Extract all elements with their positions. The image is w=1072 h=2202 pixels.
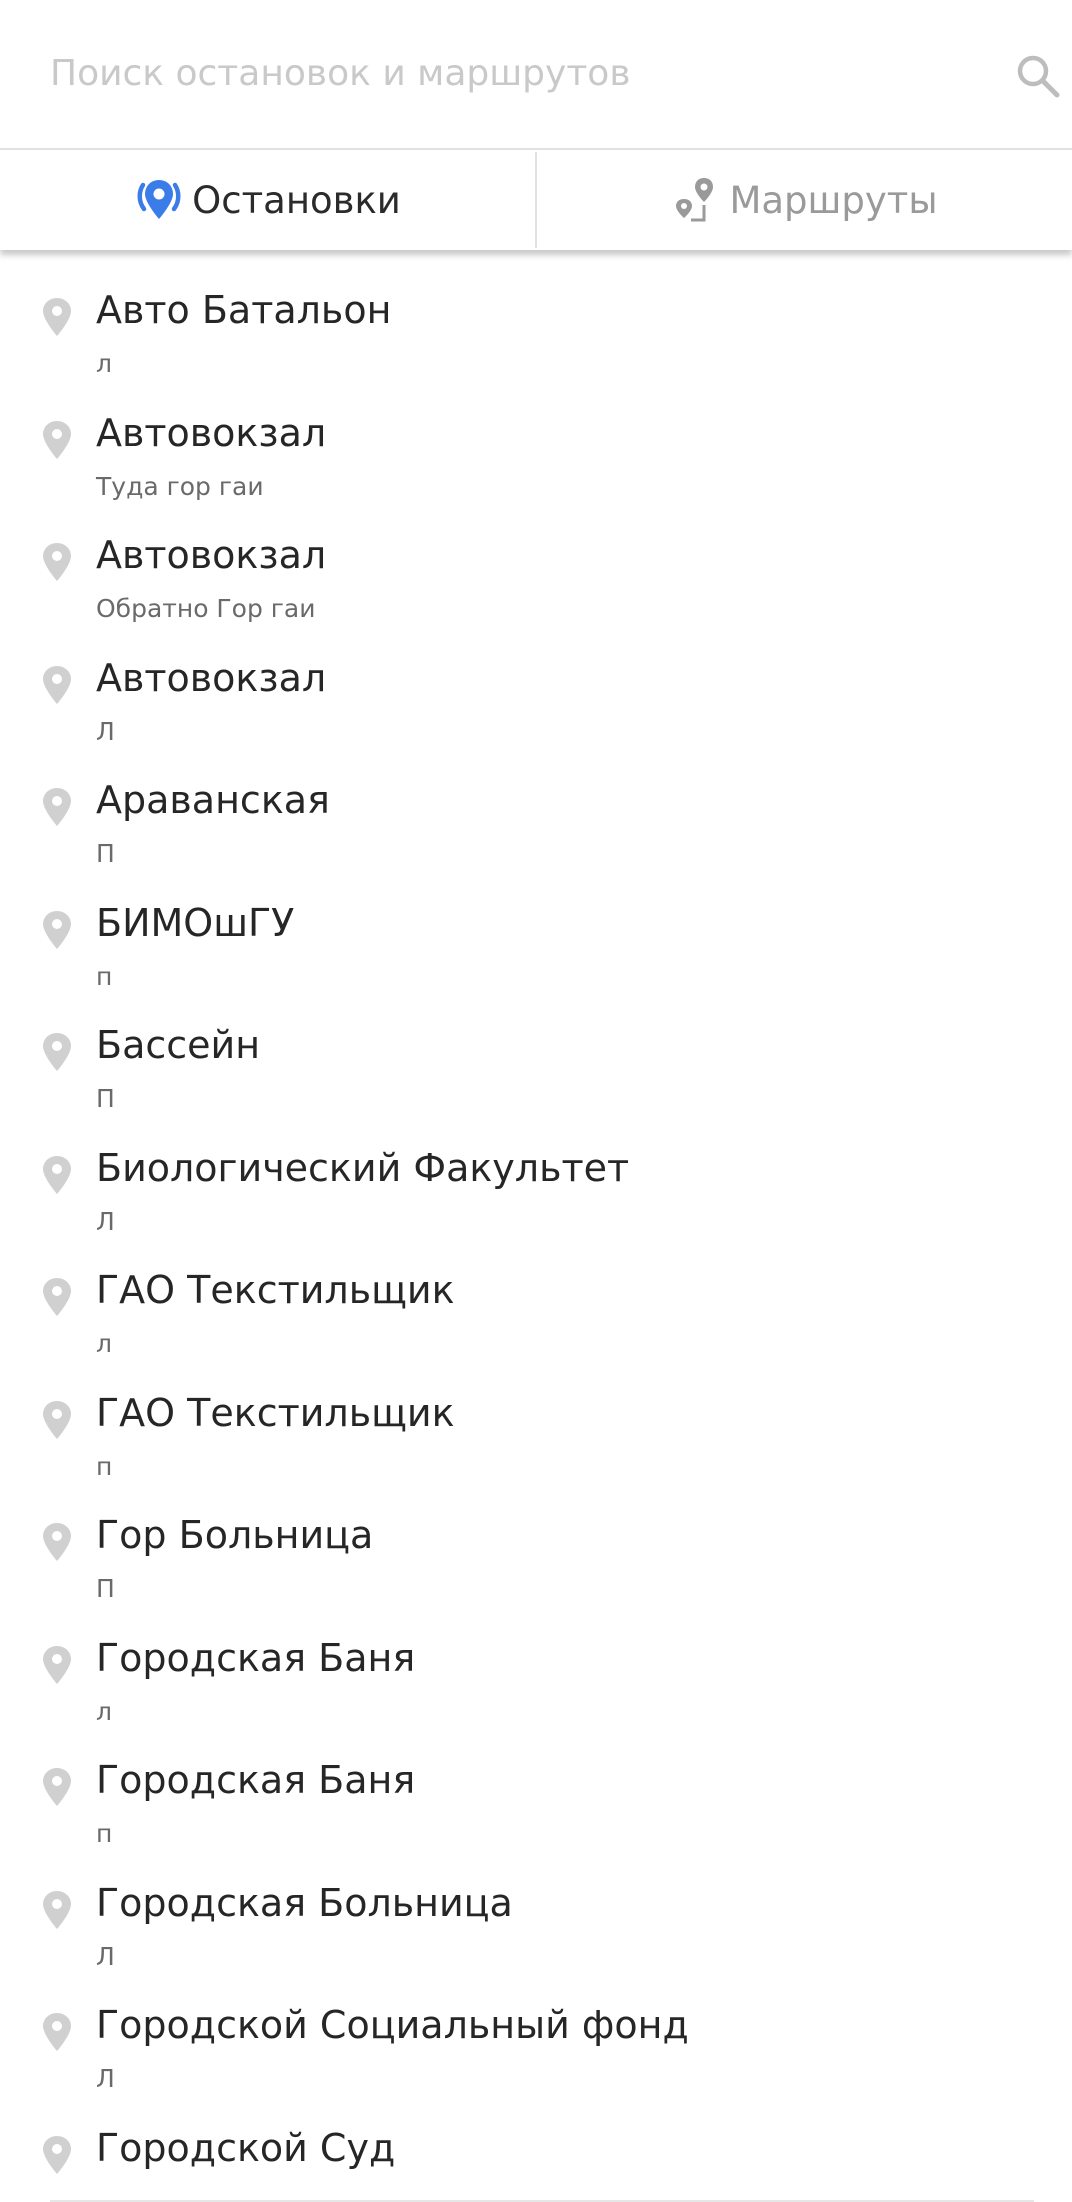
location-pin-icon [43, 543, 71, 581]
stop-direction: Туда гор гаи [96, 471, 264, 501]
stop-name: ГАО Текстильщик [96, 1268, 455, 1312]
stop-list-item[interactable]: ГАО Текстильщик п [0, 1386, 1072, 1509]
stop-name: Биологический Факультет [96, 1145, 630, 1190]
stop-name: Городской Суд [96, 2125, 396, 2170]
stop-list-item[interactable]: Городской Суд [0, 2121, 1072, 2185]
stop-list-item[interactable]: Араванская П [0, 773, 1072, 896]
location-pin-icon [43, 1768, 71, 1806]
stop-name: БИМОшГУ [96, 900, 295, 945]
stop-direction: л [96, 1696, 112, 1726]
tab-stops-label: Остановки [192, 178, 401, 222]
tab-bar: Остановки Маршруты [0, 150, 1072, 250]
location-pin-icon [43, 1278, 71, 1316]
stop-list-item[interactable]: БИМОшГУ п [0, 896, 1072, 1019]
location-pin-icon [43, 788, 71, 826]
stop-name: ГАО Текстильщик [96, 1390, 455, 1435]
stop-list-item[interactable]: ГАО Текстильщик л [0, 1263, 1072, 1386]
tab-routes-label: Маршруты [729, 178, 938, 222]
stop-direction: л [96, 1329, 112, 1358]
stop-list-item[interactable]: Автовокзал Л [0, 651, 1072, 774]
stop-direction: п [96, 1819, 113, 1848]
location-pin-icon [43, 1645, 71, 1684]
search-bar [0, 0, 1072, 150]
tab-routes[interactable]: Маршруты [537, 150, 1072, 250]
location-pin-icon [43, 1033, 71, 1071]
stop-pin-icon [137, 180, 181, 219]
stop-list-item[interactable]: Авто Батальон л [0, 283, 1072, 406]
stop-name: Авто Батальон [96, 288, 392, 332]
location-pin-icon [43, 1400, 71, 1439]
location-pin-icon [43, 2013, 71, 2051]
stop-name: Автовокзал [96, 533, 327, 577]
route-icon [676, 178, 714, 222]
stop-list-item[interactable]: Городская Баня л [0, 1631, 1072, 1754]
stop-list-item[interactable]: Автовокзал Туда гор гаи [0, 406, 1072, 529]
stop-name: Автовокзал [96, 655, 327, 700]
stop-name: Городская Баня [96, 1635, 416, 1680]
stop-direction: П [96, 839, 115, 868]
tab-stops[interactable]: Остановки [0, 150, 535, 250]
stop-list-item[interactable]: Городская Больница Л [0, 1876, 1072, 1999]
stop-direction: п [96, 961, 113, 991]
stop-list-item[interactable]: Городской Социальный фонд Л [0, 1998, 1072, 2121]
location-pin-icon [43, 1155, 71, 1194]
location-pin-icon [43, 298, 71, 336]
stop-direction: П [96, 1574, 115, 1603]
stop-list-item[interactable]: Биологический Факультет Л [0, 1141, 1072, 1264]
stop-name: Гор Больница [96, 1513, 374, 1557]
stop-list-item[interactable]: Бассейн П [0, 1018, 1072, 1141]
stop-list-item[interactable]: Автовокзал Обратно Гор гаи [0, 528, 1072, 651]
stop-list: Авто Батальон л Автовокзал Туда гор гаи Авто… [0, 250, 1072, 2184]
stop-direction: Обратно Гор гаи [96, 594, 316, 623]
location-pin-icon [43, 420, 71, 459]
stop-list-item[interactable]: Городская Баня п [0, 1753, 1072, 1876]
stop-name: Автовокзал [96, 410, 327, 455]
stop-direction: л [96, 349, 112, 378]
location-pin-icon [43, 665, 71, 704]
stop-direction: Л [96, 2064, 115, 2093]
stop-name: Городской Социальный фонд [96, 2003, 689, 2047]
stop-name: Городская Баня [96, 1758, 416, 1802]
stop-name: Араванская [96, 778, 330, 822]
stop-list-item[interactable]: Гор Больница П [0, 1508, 1072, 1631]
stop-direction: Л [96, 716, 115, 746]
stop-direction: П [96, 1084, 115, 1113]
stop-direction: Л [96, 1941, 115, 1971]
location-pin-icon [43, 2135, 71, 2174]
stop-direction: Л [96, 1206, 115, 1236]
location-pin-icon [43, 910, 71, 949]
stop-name: Бассейн [96, 1023, 261, 1067]
location-pin-icon [43, 1890, 71, 1929]
stop-direction: п [96, 1451, 113, 1481]
search-input[interactable] [50, 38, 950, 108]
stop-name: Городская Больница [96, 1880, 513, 1925]
location-pin-icon [43, 1523, 71, 1561]
search-icon[interactable] [1014, 52, 1062, 100]
